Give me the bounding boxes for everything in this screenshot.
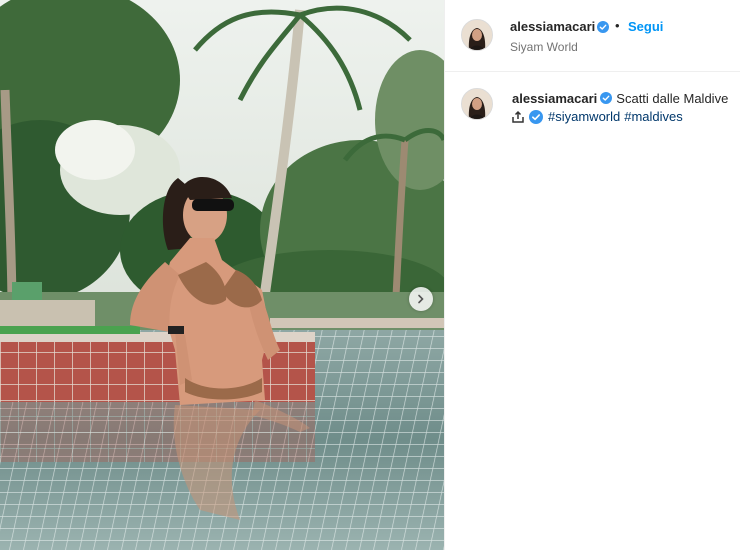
verified-emoji-icon: [529, 109, 543, 124]
hashtag-maldives[interactable]: #maldives: [624, 109, 683, 124]
verified-badge-icon: [600, 92, 613, 104]
profile-picture: [462, 89, 492, 119]
location-link[interactable]: Siyam World: [510, 40, 578, 54]
caption-line: alessiamacari Scatti dalle Maldive: [512, 91, 728, 106]
instagram-post: alessiamacari • Segui Siyam World alessi…: [0, 0, 740, 550]
post-photo[interactable]: [0, 0, 444, 550]
hashtag-siyamworld[interactable]: #siyamworld: [548, 109, 620, 124]
post-side-panel: alessiamacari • Segui Siyam World alessi…: [444, 0, 740, 550]
caption-username[interactable]: alessiamacari: [512, 91, 597, 106]
next-photo-button[interactable]: [409, 287, 433, 311]
profile-picture: [462, 20, 492, 50]
avatar[interactable]: [461, 88, 493, 120]
avatar[interactable]: [461, 19, 493, 51]
separator-dot: •: [615, 18, 620, 33]
caption-hashtags: #siyamworld #maldives: [512, 109, 687, 124]
username[interactable]: alessiamacari: [510, 19, 595, 34]
chevron-right-icon: [418, 294, 424, 304]
pool-photo-illustration: [0, 0, 444, 550]
follow-button[interactable]: Segui: [628, 19, 663, 34]
post-header: alessiamacari • Segui Siyam World: [445, 0, 740, 72]
caption-text: Scatti dalle Maldive: [616, 91, 729, 106]
verified-badge-icon: [597, 21, 609, 33]
share-emoji-icon: [512, 110, 524, 123]
